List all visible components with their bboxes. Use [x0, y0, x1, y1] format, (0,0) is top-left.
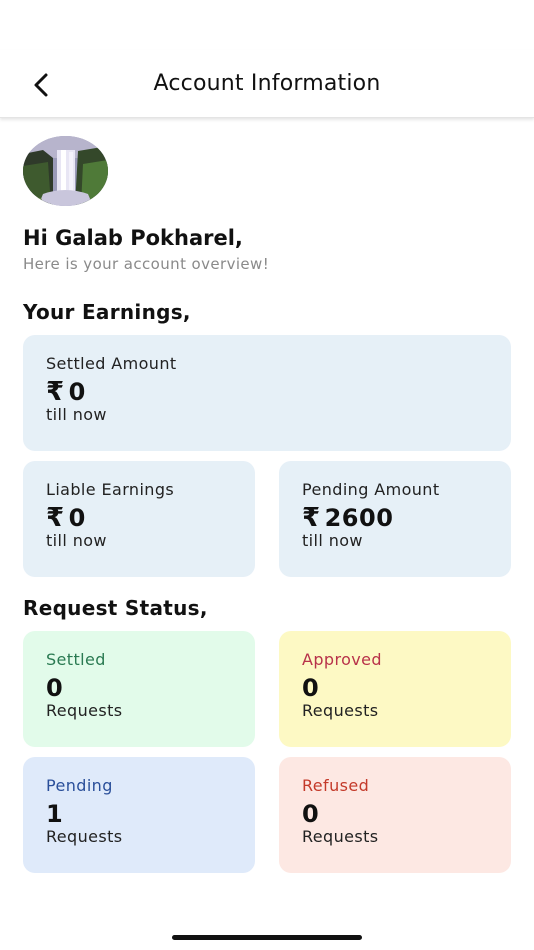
requests-sub: Requests	[46, 827, 123, 846]
liable-earnings-card[interactable]: Liable Earnings ₹0 till now	[23, 461, 255, 577]
earnings-section-title: Your Earnings,	[23, 300, 191, 324]
rupee-symbol: ₹	[46, 503, 65, 533]
pending-requests-card[interactable]: Pending 1 Requests	[23, 757, 255, 873]
app-bar: Account Information	[0, 50, 534, 118]
pending-amount-card[interactable]: Pending Amount ₹2600 till now	[279, 461, 511, 577]
rupee-symbol: ₹	[302, 503, 321, 533]
card-label: Settled Amount	[46, 354, 177, 373]
request-count: 0	[302, 800, 320, 828]
status-label: Approved	[302, 650, 382, 669]
card-sub: till now	[46, 405, 107, 424]
avatar[interactable]	[23, 136, 108, 206]
settled-requests-card[interactable]: Settled 0 Requests	[23, 631, 255, 747]
settled-amount-card[interactable]: Settled Amount ₹0 till now	[23, 335, 511, 451]
request-count: 1	[46, 800, 64, 828]
requests-sub: Requests	[302, 701, 379, 720]
home-indicator[interactable]	[172, 935, 362, 940]
page-title: Account Information	[153, 71, 381, 96]
requests-sub: Requests	[302, 827, 379, 846]
amount-value: 2600	[324, 504, 394, 532]
greeting-heading: Hi Galab Pokharel,	[23, 226, 243, 250]
approved-requests-card[interactable]: Approved 0 Requests	[279, 631, 511, 747]
card-value: ₹0	[46, 378, 511, 406]
avatar-image	[23, 136, 108, 206]
refused-requests-card[interactable]: Refused 0 Requests	[279, 757, 511, 873]
card-label: Pending Amount	[302, 480, 440, 499]
status-label: Pending	[46, 776, 113, 795]
card-sub: till now	[46, 531, 107, 550]
request-status-section-title: Request Status,	[23, 596, 208, 620]
card-value: ₹0	[46, 504, 255, 532]
account-information-screen: Account Information Hi Galab Pokharel, H…	[0, 0, 534, 950]
back-button[interactable]	[24, 68, 58, 102]
rupee-symbol: ₹	[46, 377, 65, 407]
request-count: 0	[302, 674, 320, 702]
chevron-left-icon	[34, 73, 48, 97]
card-value: ₹2600	[302, 504, 511, 532]
amount-value: 0	[68, 378, 86, 406]
status-label: Refused	[302, 776, 370, 795]
requests-sub: Requests	[46, 701, 123, 720]
amount-value: 0	[68, 504, 86, 532]
card-sub: till now	[302, 531, 363, 550]
request-count: 0	[46, 674, 64, 702]
account-overview-subtext: Here is your account overview!	[23, 255, 270, 273]
status-label: Settled	[46, 650, 106, 669]
card-label: Liable Earnings	[46, 480, 175, 499]
